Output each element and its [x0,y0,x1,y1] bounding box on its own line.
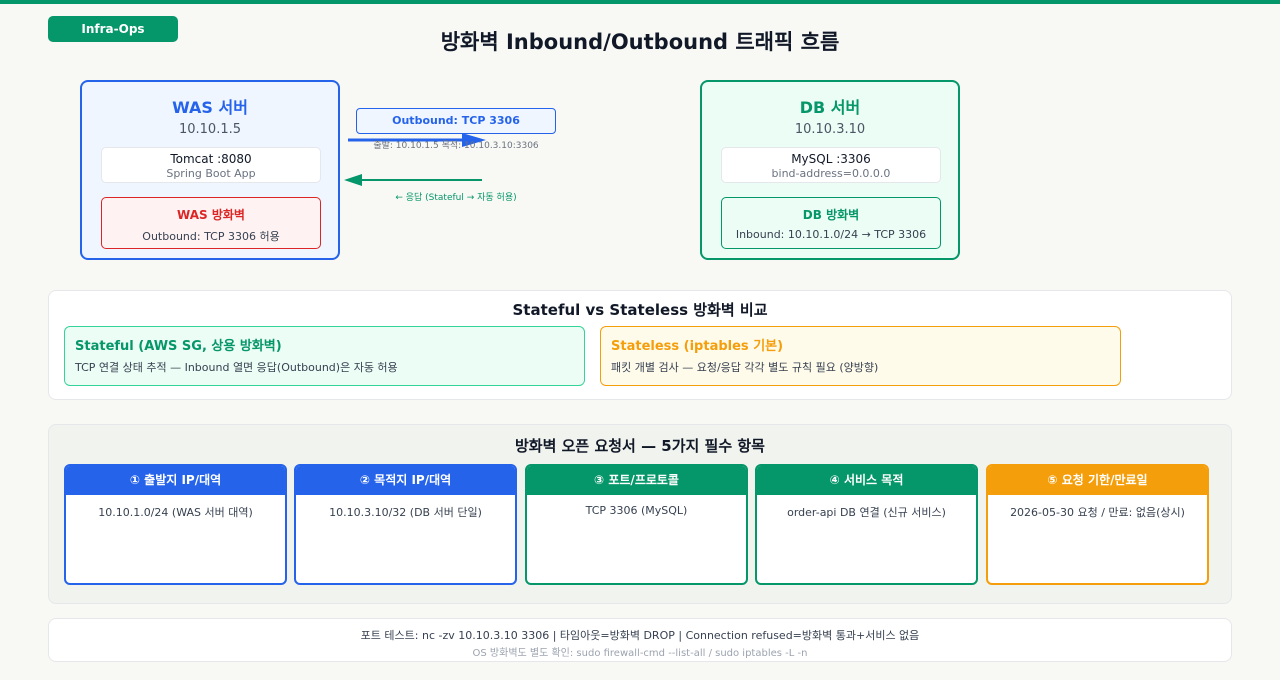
request-item-head: ③ 포트/프로토콜 [527,466,746,495]
request-panel: 방화벽 오픈 요청서 — 5가지 필수 항목 ① 출발지 IP/대역 10.10… [48,424,1232,604]
request-item-value: order-api DB 연결 (신규 서비스) [787,506,946,519]
port-test-command: 포트 테스트: nc -zv 10.10.3.10 3306 | 타임아웃=방화… [360,629,920,642]
stateless-desc: 패킷 개별 검사 — 요청/응답 각각 별도 규칙 필요 (양방향) [611,361,879,374]
request-item-value: 2026-05-30 요청 / 만료: 없음(상시) [1010,506,1185,519]
stateful-title: Stateful (AWS SG, 상용 방화벽) [75,339,282,354]
response-arrowhead-icon [344,174,362,186]
request-item-head: ② 목적지 IP/대역 [296,466,515,495]
os-firewall-note: OS 방화벽도 별도 확인: sudo firewall-cmd --list-… [472,648,808,659]
request-item-value: 10.10.1.0/24 (WAS 서버 대역) [98,506,253,519]
request-item-deadline: ⑤ 요청 기한/만료일 2026-05-30 요청 / 만료: 없음(상시) [986,464,1209,585]
outbound-sub-label: 출발: 10.10.1.5 목적: 10.10.3.10:3306 [373,141,539,151]
stateful-desc: TCP 연결 상태 추적 — Inbound 열면 응답(Outbound)은 … [75,361,398,374]
request-item-source: ① 출발지 IP/대역 10.10.1.0/24 (WAS 서버 대역) [64,464,287,585]
request-title: 방화벽 오픈 요청서 — 5가지 필수 항목 [515,437,765,455]
request-item-value: 10.10.3.10/32 (DB 서버 단일) [329,506,482,519]
request-item-port: ③ 포트/프로토콜 TCP 3306 (MySQL) [525,464,748,585]
stateful-card: Stateful (AWS SG, 상용 방화벽) TCP 연결 상태 추적 —… [64,326,585,386]
comparison-panel: Stateful vs Stateless 방화벽 비교 Stateful (A… [48,290,1232,400]
request-item-head: ⑤ 요청 기한/만료일 [988,466,1207,495]
stateless-title: Stateless (iptables 기본) [611,339,784,354]
stateless-card: Stateless (iptables 기본) 패킷 개별 검사 — 요청/응답… [600,326,1121,386]
request-item-destination: ② 목적지 IP/대역 10.10.3.10/32 (DB 서버 단일) [294,464,517,585]
comparison-title: Stateful vs Stateless 방화벽 비교 [512,301,768,319]
request-item-head: ① 출발지 IP/대역 [66,466,285,495]
port-test-panel: 포트 테스트: nc -zv 10.10.3.10 3306 | 타임아웃=방화… [48,618,1232,662]
request-item-value: TCP 3306 (MySQL) [585,504,688,517]
request-item-head: ④ 서비스 목적 [757,466,976,495]
request-item-purpose: ④ 서비스 목적 order-api DB 연결 (신규 서비스) [755,464,978,585]
response-label: ← 응답 (Stateful → 자동 허용) [395,193,517,203]
outbound-label: Outbound: TCP 3306 [356,108,556,134]
